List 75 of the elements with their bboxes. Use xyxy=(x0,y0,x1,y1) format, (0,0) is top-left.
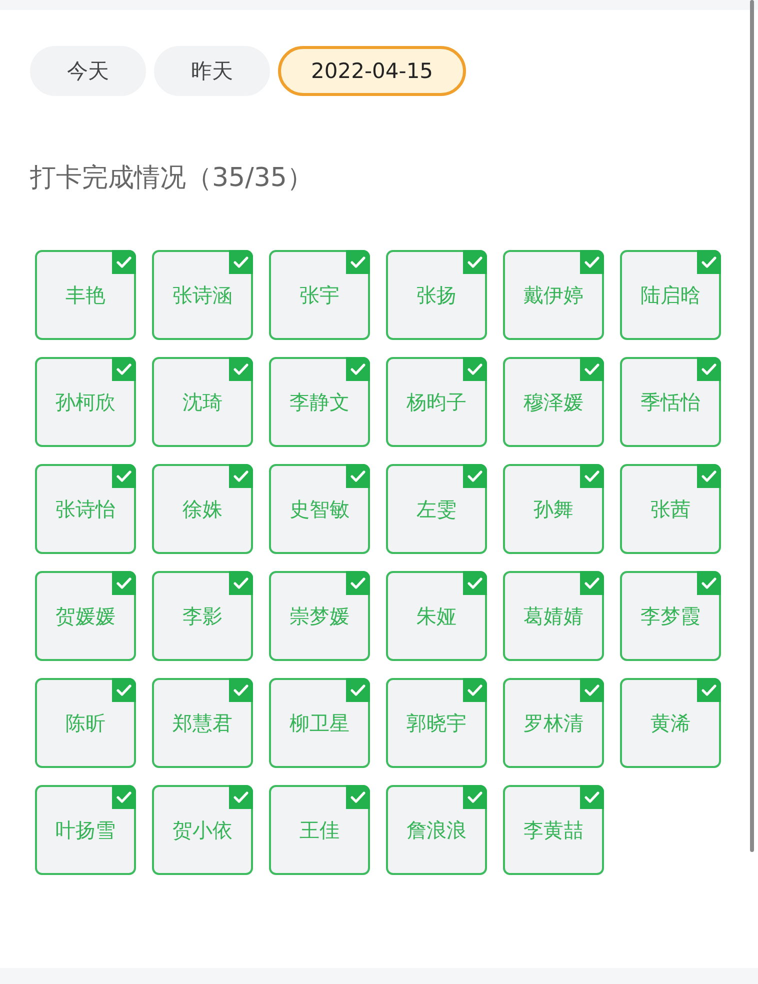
student-name: 李梦霞 xyxy=(640,602,700,630)
student-name: 戴伊婷 xyxy=(524,282,584,308)
check-icon xyxy=(346,785,370,809)
check-icon xyxy=(463,357,487,381)
student-name: 史智敏 xyxy=(290,496,350,522)
student-name: 贺媛媛 xyxy=(56,602,116,630)
check-icon xyxy=(580,464,604,488)
check-icon xyxy=(346,571,370,595)
check-icon xyxy=(697,357,721,381)
check-icon xyxy=(580,785,604,809)
check-icon xyxy=(229,357,253,381)
date-tab[interactable]: 今天 xyxy=(30,46,146,96)
student-name: 罗林清 xyxy=(524,710,584,736)
check-icon xyxy=(112,250,136,274)
student-name: 叶扬雪 xyxy=(56,816,116,844)
student-name: 朱娅 xyxy=(416,602,456,630)
student-name: 郭晓宇 xyxy=(406,710,466,736)
student-name: 穆泽媛 xyxy=(524,388,584,416)
check-icon xyxy=(463,678,487,702)
student-name: 葛婧婧 xyxy=(524,602,584,630)
check-icon xyxy=(229,571,253,595)
check-icon xyxy=(346,464,370,488)
check-icon xyxy=(463,571,487,595)
student-name: 丰艳 xyxy=(66,282,106,308)
student-name: 黄浠 xyxy=(650,710,690,736)
student-name: 郑慧君 xyxy=(172,710,232,736)
student-name: 张宇 xyxy=(300,282,340,308)
check-icon xyxy=(112,678,136,702)
check-icon xyxy=(463,785,487,809)
section-title: 打卡完成情况（35/35） xyxy=(30,162,314,195)
check-icon xyxy=(229,785,253,809)
student-name: 崇梦媛 xyxy=(290,602,350,630)
student-name: 季恬怡 xyxy=(640,388,700,416)
student-name: 陈昕 xyxy=(66,710,106,736)
student-name: 杨昀子 xyxy=(406,388,466,416)
check-icon xyxy=(580,571,604,595)
check-icon xyxy=(229,250,253,274)
student-name: 陆启晗 xyxy=(640,282,700,308)
check-icon xyxy=(112,571,136,595)
student-name: 李静文 xyxy=(290,388,350,416)
check-icon xyxy=(580,250,604,274)
student-name: 徐姝 xyxy=(182,496,222,522)
date-tab[interactable]: 昨天 xyxy=(154,46,270,96)
scrollbar[interactable] xyxy=(750,0,754,852)
check-icon xyxy=(346,678,370,702)
check-icon xyxy=(229,678,253,702)
student-name: 孙舞 xyxy=(534,496,574,522)
student-name: 张扬 xyxy=(416,282,456,308)
check-icon xyxy=(697,464,721,488)
student-name: 沈琦 xyxy=(182,388,222,416)
student-name: 贺小依 xyxy=(172,816,232,844)
student-name: 张诗怡 xyxy=(56,496,116,522)
student-name: 柳卫星 xyxy=(290,710,350,736)
student-name: 张茜 xyxy=(650,496,690,522)
date-tab[interactable]: 2022-04-15 xyxy=(278,46,466,96)
student-name: 张诗涵 xyxy=(172,282,232,308)
check-icon xyxy=(346,357,370,381)
student-name: 孙柯欣 xyxy=(56,388,116,416)
check-icon xyxy=(229,464,253,488)
check-icon xyxy=(346,250,370,274)
check-icon xyxy=(112,357,136,381)
check-icon xyxy=(112,785,136,809)
check-icon xyxy=(580,678,604,702)
check-icon xyxy=(112,464,136,488)
check-icon xyxy=(463,464,487,488)
check-icon xyxy=(697,571,721,595)
student-name: 李黄喆 xyxy=(524,816,584,844)
check-icon xyxy=(697,678,721,702)
check-icon xyxy=(463,250,487,274)
student-name: 李影 xyxy=(182,602,222,630)
student-name: 左雯 xyxy=(416,496,456,522)
check-icon xyxy=(580,357,604,381)
student-name: 王佳 xyxy=(300,816,340,844)
check-icon xyxy=(697,250,721,274)
student-name: 詹浪浪 xyxy=(406,816,466,844)
